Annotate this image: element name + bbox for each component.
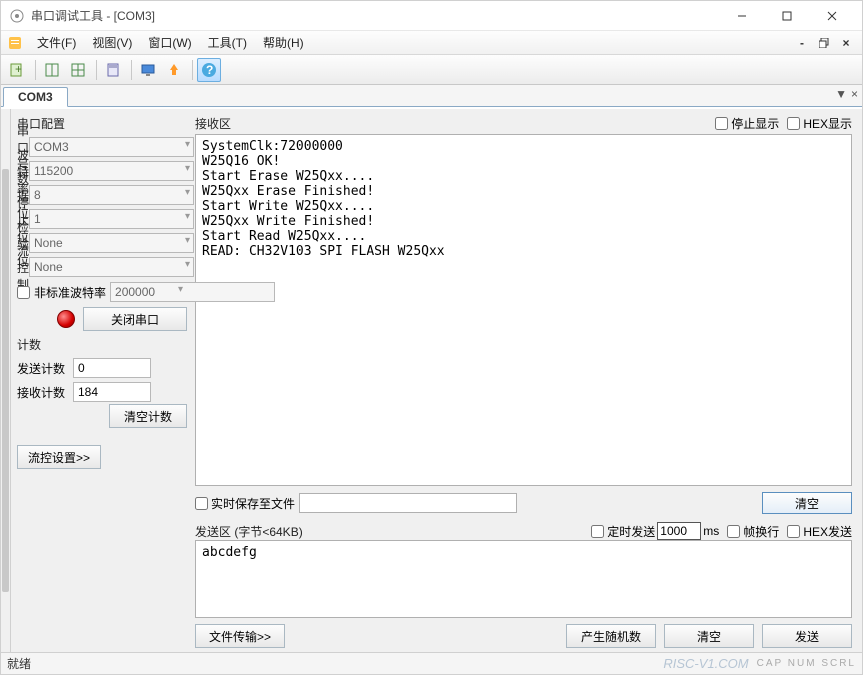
tx-count-label: 发送计数 xyxy=(17,360,71,377)
close-button[interactable] xyxy=(809,1,854,31)
tx-count-input[interactable] xyxy=(73,358,151,378)
window-title: 串口调试工具 - [COM3] xyxy=(31,7,719,24)
menu-file[interactable]: 文件(F) xyxy=(29,31,84,54)
titlebar: 串口调试工具 - [COM3] xyxy=(1,1,862,31)
rx-count-label: 接收计数 xyxy=(17,384,71,401)
key-indicators: CAP NUM SCRL xyxy=(757,658,856,669)
clear-count-button[interactable]: 清空计数 xyxy=(109,404,187,428)
stop-display-checkbox[interactable] xyxy=(715,117,728,130)
send-title: 发送区 (字节<64KB) xyxy=(195,523,303,540)
tabbar: COM3 ▼ × xyxy=(1,85,862,107)
toolbar: + ? xyxy=(1,55,862,85)
flow-select[interactable] xyxy=(29,257,194,277)
mdi-restore-button[interactable] xyxy=(814,35,834,51)
count-title: 计数 xyxy=(17,334,187,357)
hex-display-checkbox[interactable] xyxy=(787,117,800,130)
maximize-button[interactable] xyxy=(764,1,809,31)
nonstd-label: 非标准波特率 xyxy=(34,284,106,301)
timer-unit: ms xyxy=(703,524,719,538)
calc-icon[interactable] xyxy=(101,58,125,82)
help-icon[interactable]: ? xyxy=(197,58,221,82)
serial-config-panel: 串口配置 串口号 刷新 波特率 数据位 停止位 检验位 流控制 非标准波特 xyxy=(11,109,193,652)
menu-view[interactable]: 视图(V) xyxy=(84,31,140,54)
clear-send-button[interactable]: 清空 xyxy=(664,624,754,648)
svg-text:+: + xyxy=(15,62,22,76)
monitor-icon[interactable] xyxy=(136,58,160,82)
send-button[interactable]: 发送 xyxy=(762,624,852,648)
nonstd-checkbox[interactable] xyxy=(17,286,30,299)
layout2-icon[interactable] xyxy=(66,58,90,82)
recv-title: 接收区 xyxy=(195,115,231,132)
tab-dropdown-icon[interactable]: ▼ xyxy=(835,87,847,101)
menu-tools[interactable]: 工具(T) xyxy=(200,31,255,54)
save-path-input[interactable] xyxy=(299,493,517,513)
minimize-button[interactable] xyxy=(719,1,764,31)
recv-textarea[interactable]: SystemClk:72000000 W25Q16 OK! Start Eras… xyxy=(195,134,852,486)
timed-send-label: 定时发送 xyxy=(607,523,655,540)
new-icon[interactable]: + xyxy=(5,58,29,82)
record-icon xyxy=(57,310,75,328)
watermark-text: RISC-V1.COM xyxy=(663,656,748,671)
flow-setting-button[interactable]: 流控设置>> xyxy=(17,445,101,469)
mdi-close-button[interactable]: × xyxy=(836,35,856,51)
data-select[interactable] xyxy=(29,185,194,205)
menubar-icon xyxy=(7,35,23,51)
frame-wrap-checkbox[interactable] xyxy=(727,525,740,538)
hex-send-checkbox[interactable] xyxy=(787,525,800,538)
realtime-save-checkbox[interactable] xyxy=(195,497,208,510)
send-textarea[interactable] xyxy=(195,540,852,618)
clear-recv-button[interactable]: 清空 xyxy=(762,492,852,514)
panel-title: 串口配置 xyxy=(17,113,187,136)
tab-com3[interactable]: COM3 xyxy=(3,87,68,107)
file-transfer-button[interactable]: 文件传输>> xyxy=(195,624,285,648)
nonstd-input[interactable] xyxy=(110,282,275,302)
frame-wrap-label: 帧换行 xyxy=(743,523,779,540)
stop-display-label: 停止显示 xyxy=(731,115,779,132)
arrow-icon[interactable] xyxy=(162,58,186,82)
realtime-save-label: 实时保存至文件 xyxy=(211,495,295,512)
content-area: 串口配置 串口号 刷新 波特率 数据位 停止位 检验位 流控制 非标准波特 xyxy=(1,109,852,652)
tab-close-icon[interactable]: × xyxy=(851,87,858,101)
app-icon xyxy=(9,8,25,24)
left-scrollbar[interactable] xyxy=(1,109,11,652)
close-port-button[interactable]: 关闭串口 xyxy=(83,307,187,331)
menu-help[interactable]: 帮助(H) xyxy=(255,31,312,54)
random-button[interactable]: 产生随机数 xyxy=(566,624,656,648)
rx-count-input[interactable] xyxy=(73,382,151,402)
right-panel: 接收区 停止显示 HEX显示 SystemClk:72000000 W25Q16… xyxy=(193,109,852,652)
timed-send-checkbox[interactable] xyxy=(591,525,604,538)
port-select[interactable] xyxy=(29,137,194,157)
stop-select[interactable] xyxy=(29,209,194,229)
timer-input[interactable] xyxy=(657,522,701,540)
menubar: 文件(F) 视图(V) 窗口(W) 工具(T) 帮助(H) - × xyxy=(1,31,862,55)
svg-text:?: ? xyxy=(206,63,213,77)
baud-select[interactable] xyxy=(29,161,194,181)
menu-window[interactable]: 窗口(W) xyxy=(140,31,199,54)
hex-send-label: HEX发送 xyxy=(803,523,852,540)
right-scrollbar[interactable] xyxy=(852,109,862,652)
status-text: 就绪 xyxy=(7,655,663,672)
hex-display-label: HEX显示 xyxy=(803,115,852,132)
mdi-minimize-button[interactable]: - xyxy=(792,35,812,51)
statusbar: 就绪 RISC-V1.COM CAP NUM SCRL xyxy=(1,652,862,674)
layout1-icon[interactable] xyxy=(40,58,64,82)
parity-select[interactable] xyxy=(29,233,194,253)
